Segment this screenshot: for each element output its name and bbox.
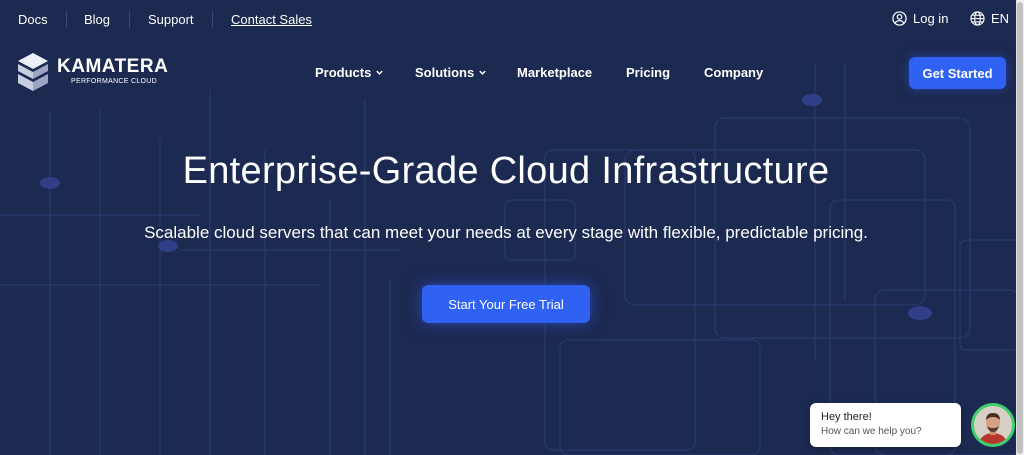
nav-item-solutions[interactable]: Solutions [415,65,487,80]
divider [212,11,213,28]
divider [66,11,67,28]
chat-title: Hey there! [821,411,872,423]
chat-agent-avatar[interactable] [971,403,1015,447]
divider [129,11,130,28]
nav-item-label: Company [704,65,764,80]
hero-title: Enterprise-Grade Cloud Infrastructure [182,150,830,192]
get-started-button[interactable]: Get Started [909,57,1006,89]
brand-tagline: PERFORMANCE CLOUD [71,78,157,85]
nav-item-label: Products [315,65,372,80]
user-circle-icon [892,11,907,26]
nav-item-products[interactable]: Products [315,65,384,80]
utility-bar: Docs Blog Support Contact Sales Log in E… [0,0,1016,40]
language-label: EN [991,11,1010,26]
login-label: Log in [913,11,949,26]
topbar-link-contact-sales[interactable]: Contact Sales [231,12,312,27]
nav-item-marketplace[interactable]: Marketplace [517,65,592,80]
topbar-link-support[interactable]: Support [148,12,194,27]
start-free-trial-button[interactable]: Start Your Free Trial [422,285,590,323]
nav-item-label: Solutions [415,65,475,80]
nav-item-label: Marketplace [517,65,593,80]
topbar-link-blog[interactable]: Blog [84,12,110,27]
language-selector[interactable]: EN [970,11,1009,26]
nav-item-label: Pricing [626,65,671,80]
scrollbar-thumb[interactable] [1017,2,1023,454]
kamatera-logo-icon [18,53,48,91]
brand-name: KAMATERA [57,56,169,77]
chevron-down-icon [376,70,384,75]
chevron-down-icon [479,70,486,75]
globe-icon [970,11,985,26]
page-scrollbar[interactable] [1016,0,1024,455]
topbar-link-docs[interactable]: Docs [18,12,48,27]
chat-greeting-bubble[interactable]: Hey there! How can we help you? [810,403,961,447]
agent-photo-icon [974,406,1012,444]
chat-text: How can we help you? [821,426,922,437]
login-link[interactable]: Log in [892,11,948,26]
brand-logo[interactable]: KAMATERA PERFORMANCE CLOUD [17,52,168,92]
hero-subtitle: Scalable cloud servers that can meet you… [144,223,868,242]
nav-item-company[interactable]: Company [704,65,763,80]
nav-item-pricing[interactable]: Pricing [626,65,670,80]
